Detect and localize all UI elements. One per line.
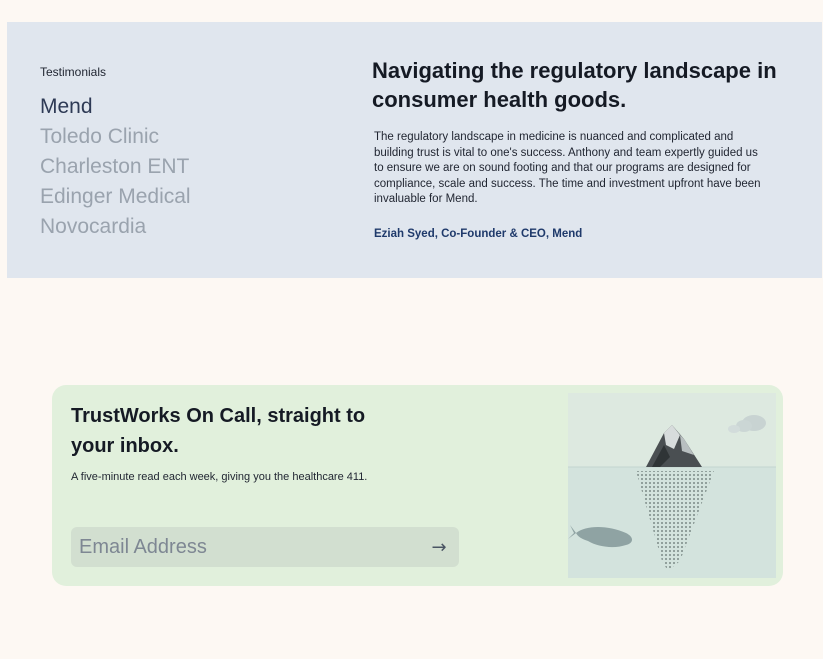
testimonial-tab-edinger-medical[interactable]: Edinger Medical <box>40 182 191 212</box>
newsletter-title: TrustWorks On Call, straight to your inb… <box>71 405 366 457</box>
testimonial-client-list: Mend Toledo Clinic Charleston ENT Edinge… <box>40 92 191 242</box>
iceberg-illustration-icon <box>568 393 776 578</box>
testimonials-section: Testimonials Mend Toledo Clinic Charlest… <box>7 22 822 278</box>
testimonial-tab-charleston-ent[interactable]: Charleston ENT <box>40 152 191 182</box>
testimonial-heading: Navigating the regulatory landscape in c… <box>372 58 777 112</box>
testimonial-tab-mend[interactable]: Mend <box>40 92 191 122</box>
testimonials-eyebrow: Testimonials <box>40 65 107 79</box>
testimonial-author: Eziah Syed, Co-Founder & CEO, Mend <box>374 228 583 240</box>
newsletter-subtitle: A five-minute read each week, giving you… <box>71 471 368 483</box>
testimonial-tab-toledo-clinic[interactable]: Toledo Clinic <box>40 122 191 152</box>
testimonial-quote: The regulatory landscape in medicine is … <box>374 131 761 205</box>
newsletter-signup-card: TrustWorks On Call, straight to your inb… <box>52 385 783 586</box>
submit-arrow-icon[interactable]: → <box>425 533 453 561</box>
testimonial-tab-novocardia[interactable]: Novocardia <box>40 212 191 242</box>
email-input[interactable] <box>71 527 421 567</box>
newsletter-form: → <box>71 527 459 567</box>
